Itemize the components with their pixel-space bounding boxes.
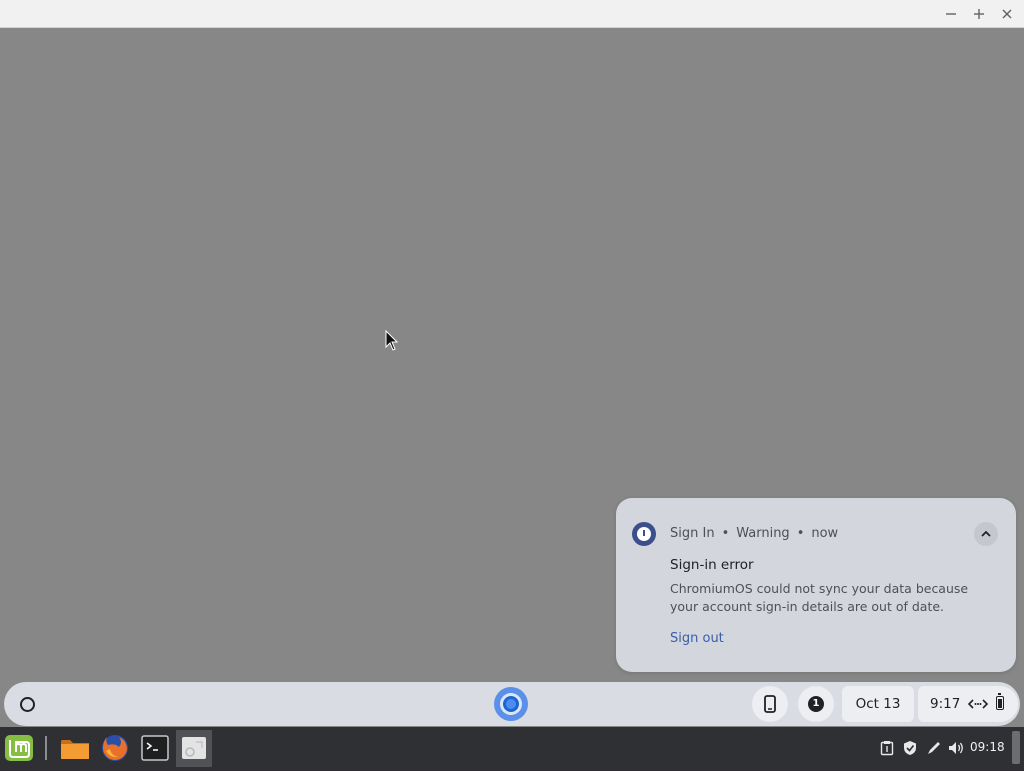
notification-source: Sign In bbox=[670, 526, 715, 541]
chromium-window: Sign In • Warning • now Sign-in error Chromi… bbox=[0, 0, 1024, 727]
volume-icon[interactable] bbox=[948, 740, 966, 756]
taskbar-clock[interactable]: 09:18 bbox=[970, 740, 1005, 754]
battery-icon bbox=[996, 693, 1004, 710]
notification-time: now bbox=[811, 526, 839, 541]
notification-title: Sign-in error bbox=[670, 557, 754, 573]
notification-header: Sign In • Warning • now bbox=[670, 526, 838, 541]
collapse-button[interactable] bbox=[974, 522, 998, 546]
app-window-icon[interactable] bbox=[176, 730, 212, 767]
mouse-pointer-icon bbox=[385, 330, 399, 351]
status-area-button[interactable]: 9:17 bbox=[918, 686, 1018, 722]
os-taskbar: 09:18 bbox=[0, 727, 1024, 768]
taskbar-separator bbox=[45, 736, 47, 760]
firefox-icon[interactable] bbox=[98, 731, 132, 765]
phone-hub-icon bbox=[764, 695, 776, 713]
files-icon[interactable] bbox=[58, 731, 92, 765]
warning-circle-icon bbox=[632, 522, 656, 546]
show-desktop-button[interactable] bbox=[1012, 731, 1020, 764]
date-tray-button[interactable]: Oct 13 bbox=[842, 686, 914, 722]
minimize-icon[interactable] bbox=[940, 3, 962, 25]
shelf-time: 9:17 bbox=[930, 696, 961, 712]
maximize-icon[interactable] bbox=[968, 3, 990, 25]
shelf: 1 Oct 13 9:17 bbox=[4, 682, 1020, 726]
close-icon[interactable] bbox=[996, 3, 1018, 25]
pen-icon[interactable] bbox=[926, 740, 942, 756]
terminal-icon[interactable] bbox=[138, 731, 172, 765]
chevron-up-icon bbox=[981, 530, 991, 537]
ethernet-icon bbox=[968, 699, 988, 709]
shield-icon[interactable] bbox=[902, 740, 918, 756]
phone-hub-button[interactable] bbox=[752, 686, 788, 722]
sign-out-button[interactable]: Sign out bbox=[670, 631, 724, 646]
clipboard-icon[interactable] bbox=[880, 740, 894, 756]
linux-mint-menu-icon[interactable] bbox=[2, 731, 36, 765]
shelf-date: Oct 13 bbox=[855, 696, 901, 712]
notification-counter-button[interactable]: 1 bbox=[798, 686, 834, 722]
notification-severity: Warning bbox=[736, 526, 790, 541]
chromium-icon[interactable] bbox=[494, 687, 528, 721]
launcher-button[interactable] bbox=[8, 685, 46, 723]
separator-dot: • bbox=[796, 526, 805, 541]
notification-body: ChromiumOS could not sync your data beca… bbox=[670, 581, 969, 614]
notification-count: 1 bbox=[808, 696, 824, 712]
sign-in-error-notification[interactable]: Sign In • Warning • now Sign-in error Chromi… bbox=[616, 498, 1016, 672]
window-titlebar[interactable] bbox=[0, 0, 1024, 28]
separator-dot: • bbox=[721, 526, 730, 541]
